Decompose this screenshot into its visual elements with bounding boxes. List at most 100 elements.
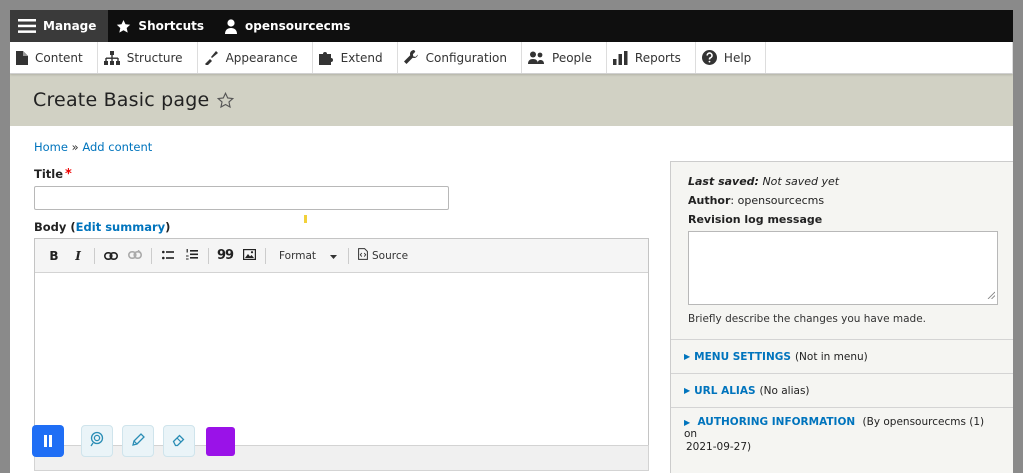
url-alias-toggle[interactable]: ▶ URL ALIAS (No alias): [671, 373, 1013, 407]
url-alias-summary: (No alias): [759, 384, 810, 397]
italic-label: I: [75, 248, 81, 263]
manage-button[interactable]: Manage: [10, 10, 109, 42]
people-icon: [528, 51, 545, 65]
body-label-text: Body: [34, 220, 67, 234]
image-icon: [242, 248, 256, 263]
tray-item-label: Structure: [126, 50, 183, 65]
bold-button[interactable]: B: [43, 245, 65, 267]
tray-item-label: People: [552, 50, 592, 65]
lasso-icon: [89, 431, 105, 451]
edit-summary-link[interactable]: Edit summary: [76, 220, 165, 234]
hamburger-icon: [18, 19, 36, 33]
shortcuts-button[interactable]: Shortcuts: [108, 10, 216, 42]
admin-menu-tray: Content Structure Appearance Extend Conf…: [10, 42, 1013, 74]
menu-settings-summary: (Not in menu): [794, 350, 868, 363]
body-label-open-paren: (: [66, 220, 76, 234]
sitemap-icon: [103, 50, 120, 65]
toolbar-separator: [94, 247, 95, 264]
toolbar-separator: [348, 247, 349, 264]
authoring-info-line-1: ▶ AUTHORING INFORMATION (By opensourcecm…: [684, 416, 997, 440]
tray-item-configuration[interactable]: Configuration: [398, 42, 523, 73]
format-dropdown[interactable]: Format: [271, 245, 343, 267]
menu-settings-toggle[interactable]: ▶ MENU SETTINGS (Not in menu): [671, 339, 1013, 373]
tray-item-label: Help: [723, 50, 752, 65]
author-label: Author: [688, 194, 731, 207]
node-form-main: Title * Body (Edit summary) B I 99 Forma…: [34, 167, 649, 471]
bulleted-list-button[interactable]: [157, 245, 179, 267]
unlink-button[interactable]: [124, 245, 146, 267]
tray-spacer: [766, 42, 1013, 73]
title-field-label: Title *: [34, 167, 649, 182]
numbered-list-button[interactable]: [181, 245, 203, 267]
manage-label: Manage: [43, 19, 97, 33]
menu-settings-title: MENU SETTINGS: [694, 350, 791, 363]
pen-tool-button[interactable]: [122, 425, 154, 457]
resize-grip-icon[interactable]: [987, 289, 996, 302]
breadcrumb: Home » Add content: [34, 140, 152, 154]
author-value: : opensourcecms: [730, 194, 825, 207]
source-icon: [358, 248, 368, 263]
editor-toolbar: B I 99 Format Source: [35, 239, 648, 273]
tray-item-extend[interactable]: Extend: [313, 42, 398, 73]
tray-item-appearance[interactable]: Appearance: [198, 42, 313, 73]
revision-log-label: Revision log message: [688, 213, 823, 226]
paintbrush-icon: [204, 50, 219, 65]
toolbar-separator: [265, 247, 266, 264]
body-field-label: Body (Edit summary): [34, 220, 649, 234]
toolbar-separator: [208, 247, 209, 264]
pause-button[interactable]: [32, 425, 64, 457]
triangle-right-icon: ▶: [684, 418, 691, 427]
user-button[interactable]: opensourcecms: [216, 10, 362, 42]
user-label: opensourcecms: [245, 19, 351, 33]
meta-sidebar: Last saved: Not saved yet Author: openso…: [670, 161, 1013, 473]
tray-item-people[interactable]: People: [522, 42, 607, 73]
authoring-info-date: 2021-09-27): [686, 441, 752, 453]
author-row: Author: opensourcecms: [688, 194, 997, 207]
breadcrumb-separator: »: [67, 140, 83, 154]
triangle-right-icon: ▶: [684, 386, 691, 395]
breadcrumb-home-link[interactable]: Home: [34, 140, 68, 154]
tray-item-content[interactable]: Content: [10, 42, 98, 73]
triangle-right-icon: ▶: [684, 352, 691, 361]
required-marker: *: [65, 167, 72, 182]
format-label: Format: [279, 249, 317, 262]
authoring-info-toggle[interactable]: ▶ AUTHORING INFORMATION (By opensourcecm…: [671, 407, 1013, 455]
last-saved-label: Last saved:: [688, 175, 759, 188]
pencil-icon: [131, 432, 146, 451]
breadcrumb-add-content-link[interactable]: Add content: [82, 140, 152, 154]
eraser-tool-button[interactable]: [163, 425, 195, 457]
meta-header: Last saved: Not saved yet Author: openso…: [671, 162, 1013, 325]
star-icon: [116, 19, 131, 34]
lasso-tool-button[interactable]: [81, 425, 113, 457]
add-shortcut-star-icon[interactable]: [217, 91, 235, 109]
link-icon: [104, 249, 118, 263]
image-button[interactable]: [238, 245, 260, 267]
admin-toolbar: Manage Shortcuts opensourcecms: [10, 10, 1013, 42]
color-swatch-button[interactable]: [206, 427, 235, 456]
authoring-info-title: AUTHORING INFORMATION: [697, 416, 856, 428]
source-button[interactable]: Source: [354, 248, 412, 263]
italic-button[interactable]: I: [67, 245, 89, 267]
last-saved-value: Not saved yet: [758, 175, 840, 188]
pause-icon: [43, 432, 53, 451]
unlink-icon: [128, 249, 142, 263]
document-icon: [16, 50, 28, 65]
tray-item-help[interactable]: Help: [696, 42, 767, 73]
bold-label: B: [49, 248, 59, 263]
link-button[interactable]: [100, 245, 122, 267]
revision-log-textarea[interactable]: [688, 231, 998, 305]
help-icon: [701, 50, 717, 65]
tray-item-structure[interactable]: Structure: [98, 42, 198, 73]
url-alias-title: URL ALIAS: [694, 384, 756, 397]
dropdown-caret-icon: [330, 250, 337, 262]
page-header: Create Basic page: [10, 74, 1013, 126]
title-label-text: Title: [34, 167, 64, 181]
blockquote-button[interactable]: 99: [214, 245, 236, 267]
tray-item-label: Reports: [634, 50, 681, 65]
tray-item-label: Content: [35, 50, 83, 65]
puzzle-icon: [318, 51, 334, 65]
tray-item-label: Configuration: [425, 50, 508, 65]
tray-item-reports[interactable]: Reports: [607, 42, 696, 73]
title-input[interactable]: [34, 186, 449, 210]
revision-log-description: Briefly describe the changes you have ma…: [688, 313, 927, 325]
